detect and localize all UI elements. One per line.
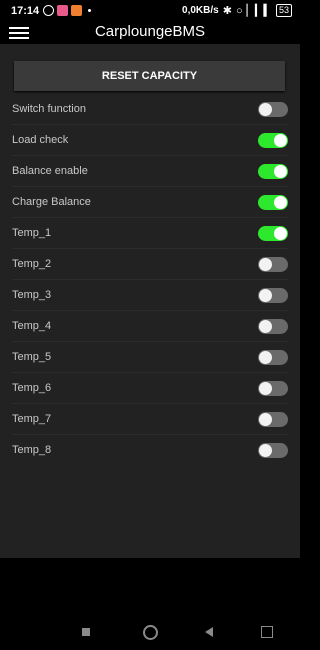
setting-label: Temp_1 — [12, 227, 52, 239]
setting-row-balance-enable: Balance enable — [0, 156, 300, 187]
bluetooth-icon: ✱ — [222, 5, 232, 17]
load-check-toggle[interactable] — [258, 133, 288, 148]
toggle-knob — [274, 134, 287, 147]
setting-label: Temp_2 — [12, 258, 52, 270]
setting-label: Balance enable — [12, 165, 88, 177]
setting-row-temp-7: Temp_7 — [0, 404, 300, 435]
toggle-knob — [259, 351, 272, 364]
setting-row-temp-8: Temp_8 — [0, 435, 300, 466]
notification-icons — [43, 5, 91, 16]
toggle-knob — [274, 196, 287, 209]
toggle-knob — [259, 289, 272, 302]
setting-row-temp-5: Temp_5 — [0, 342, 300, 373]
setting-label: Temp_4 — [12, 320, 52, 332]
setting-row-temp-2: Temp_2 — [0, 249, 300, 280]
setting-label: Temp_8 — [12, 444, 52, 456]
setting-row-load-check: Load check — [0, 125, 300, 156]
temp-5-toggle[interactable] — [258, 350, 288, 365]
net-speed: 0,0KB/s — [182, 5, 219, 16]
balance-enable-toggle[interactable] — [258, 164, 288, 179]
status-right: 0,0KB/s ✱ ○ ▏▎▍ 53 — [182, 4, 292, 17]
settings-panel: RESET CAPACITY Switch function Load chec… — [0, 44, 300, 558]
setting-label: Charge Balance — [12, 196, 91, 208]
home-icon[interactable] — [143, 625, 158, 640]
signal-icon: ▏▎▍ — [246, 5, 272, 17]
messenger-icon — [43, 5, 54, 16]
temp-2-toggle[interactable] — [258, 257, 288, 272]
toggle-knob — [259, 320, 272, 333]
toggle-knob — [274, 227, 287, 240]
app-title: CarploungeBMS — [94, 23, 206, 40]
app-icon — [71, 5, 82, 16]
system-nav-bar — [0, 558, 300, 650]
charge-balance-toggle[interactable] — [258, 195, 288, 210]
alarm-icon: ○ — [235, 4, 243, 17]
toggle-knob — [274, 165, 287, 178]
setting-row-temp-3: Temp_3 — [0, 280, 300, 311]
back-icon[interactable] — [205, 627, 213, 637]
temp-4-toggle[interactable] — [258, 319, 288, 334]
app-icon — [57, 5, 68, 16]
status-time: 17:14 — [11, 5, 40, 17]
setting-row-temp-6: Temp_6 — [0, 373, 300, 404]
temp-3-toggle[interactable] — [258, 288, 288, 303]
setting-label: Temp_6 — [12, 382, 52, 394]
setting-row-temp-1: Temp_1 — [0, 218, 300, 249]
screenshot-icon[interactable] — [261, 626, 273, 638]
temp-6-toggle[interactable] — [258, 381, 288, 396]
battery-icon: 53 — [275, 4, 292, 17]
setting-row-switch-function: Switch function — [0, 94, 300, 125]
setting-row-charge-balance: Charge Balance — [0, 187, 300, 218]
temp-1-toggle[interactable] — [258, 226, 288, 241]
toggle-knob — [259, 382, 272, 395]
app-bar: CarploungeBMS — [0, 22, 300, 44]
toggle-knob — [259, 444, 272, 457]
toggle-knob — [259, 413, 272, 426]
setting-label: Load check — [12, 134, 69, 146]
reset-capacity-button[interactable]: RESET CAPACITY — [14, 61, 285, 91]
switch-function-toggle[interactable] — [258, 102, 288, 117]
status-bar: 17:14 0,0KB/s ✱ ○ ▏▎▍ 53 — [0, 0, 300, 22]
setting-label: Switch function — [12, 103, 86, 115]
setting-label: Temp_5 — [12, 351, 52, 363]
recents-icon[interactable] — [82, 628, 90, 636]
toggle-knob — [259, 258, 272, 271]
more-notifications-icon — [88, 9, 91, 12]
temp-7-toggle[interactable] — [258, 412, 288, 427]
toggle-knob — [259, 103, 272, 116]
setting-label: Temp_3 — [12, 289, 52, 301]
setting-row-temp-4: Temp_4 — [0, 311, 300, 342]
setting-label: Temp_7 — [12, 413, 52, 425]
temp-8-toggle[interactable] — [258, 443, 288, 458]
